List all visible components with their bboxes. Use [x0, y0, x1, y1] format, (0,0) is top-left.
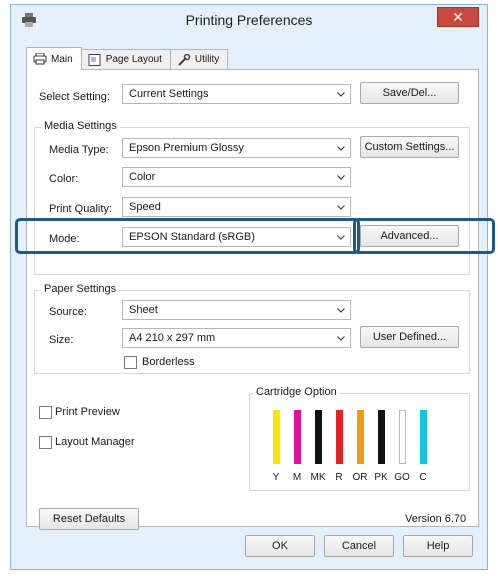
borderless-label: Borderless: [142, 356, 195, 368]
ok-button[interactable]: OK: [245, 535, 315, 557]
select-setting-combo[interactable]: Current Settings: [122, 84, 351, 104]
layout-manager-checkbox[interactable]: [39, 436, 52, 449]
media-settings-title: Media Settings: [41, 120, 120, 132]
ink-label-pk: PK: [374, 472, 388, 483]
ink-label-mk: MK: [310, 472, 326, 483]
ink-label-y: Y: [272, 472, 280, 483]
custom-settings-button[interactable]: Custom Settings...: [360, 136, 459, 158]
reset-defaults-button[interactable]: Reset Defaults: [39, 508, 139, 530]
ink-bar-or: [357, 410, 364, 464]
ink-label-go: GO: [394, 472, 410, 483]
wrench-icon: [178, 53, 191, 66]
chevron-down-icon: [337, 204, 345, 210]
advanced-highlight-box: [353, 218, 495, 254]
source-value: Sheet: [129, 304, 158, 316]
tab-utility-label: Utility: [194, 54, 220, 65]
ink-bar-m: [294, 410, 301, 464]
select-setting-value: Current Settings: [129, 88, 209, 100]
borderless-checkbox[interactable]: [124, 356, 137, 369]
ink-bar-pk: [378, 410, 385, 464]
chevron-down-icon: [337, 335, 345, 341]
print-preview-checkbox[interactable]: [39, 406, 52, 419]
ink-bar-y: [273, 410, 280, 464]
window-title: Printing Preferences: [185, 12, 313, 28]
tab-main-label: Main: [51, 53, 73, 65]
size-value: A4 210 x 297 mm: [129, 332, 216, 344]
help-button[interactable]: Help: [403, 535, 473, 557]
title-bar: Printing Preferences ✕: [11, 5, 487, 35]
save-del-button[interactable]: Save/Del...: [360, 82, 459, 104]
tab-utility[interactable]: Utility: [169, 49, 229, 69]
main-tab-panel: Select Setting: Current Settings Save/De…: [15, 69, 495, 530]
printing-preferences-window: Printing Preferences ✕ Main Page Layout …: [10, 4, 495, 570]
page-layout-icon: [88, 53, 101, 66]
tab-strip: Main Page Layout Utility: [26, 47, 229, 70]
print-quality-label: Print Quality:: [49, 203, 112, 215]
cancel-button[interactable]: Cancel: [324, 535, 394, 557]
cartridge-option-title: Cartridge Option: [253, 386, 340, 398]
ink-bar-r: [336, 410, 343, 464]
ink-label-c: C: [419, 472, 427, 483]
tab-main[interactable]: Main: [26, 47, 82, 70]
chevron-down-icon: [337, 307, 345, 313]
media-type-label: Media Type:: [49, 144, 109, 156]
layout-manager-label: Layout Manager: [55, 436, 135, 448]
ink-bar-c: [420, 410, 427, 464]
tab-page-layout[interactable]: Page Layout: [80, 49, 171, 69]
printer-icon: [33, 53, 47, 65]
chevron-down-icon: [337, 91, 345, 97]
ink-bar-mk: [315, 410, 322, 464]
chevron-down-icon: [337, 174, 345, 180]
print-preview-label: Print Preview: [55, 406, 120, 418]
print-quality-value: Speed: [129, 201, 161, 213]
ink-label-m: M: [292, 472, 302, 483]
size-combo[interactable]: A4 210 x 297 mm: [122, 328, 351, 348]
version-text: Version 6.70: [405, 513, 467, 525]
source-label: Source:: [49, 306, 87, 318]
color-label: Color:: [49, 173, 79, 185]
color-combo[interactable]: Color: [122, 167, 351, 187]
source-combo[interactable]: Sheet: [122, 300, 351, 320]
paper-settings-title: Paper Settings: [41, 283, 120, 295]
size-label: Size:: [49, 334, 74, 346]
chevron-down-icon: [337, 145, 345, 151]
select-setting-label: Select Setting:: [39, 91, 110, 103]
ink-bar-go: [399, 410, 406, 464]
tab-page-layout-label: Page Layout: [105, 54, 162, 65]
ink-label-r: R: [335, 472, 343, 483]
user-defined-button[interactable]: User Defined...: [360, 326, 459, 348]
print-quality-combo[interactable]: Speed: [122, 197, 351, 217]
ink-label-or: OR: [352, 472, 368, 483]
close-button[interactable]: ✕: [437, 7, 479, 27]
color-value: Color: [129, 171, 156, 183]
media-type-value: Epson Premium Glossy: [129, 142, 244, 154]
mode-highlight-box: [15, 218, 360, 254]
media-type-combo[interactable]: Epson Premium Glossy: [122, 138, 351, 158]
